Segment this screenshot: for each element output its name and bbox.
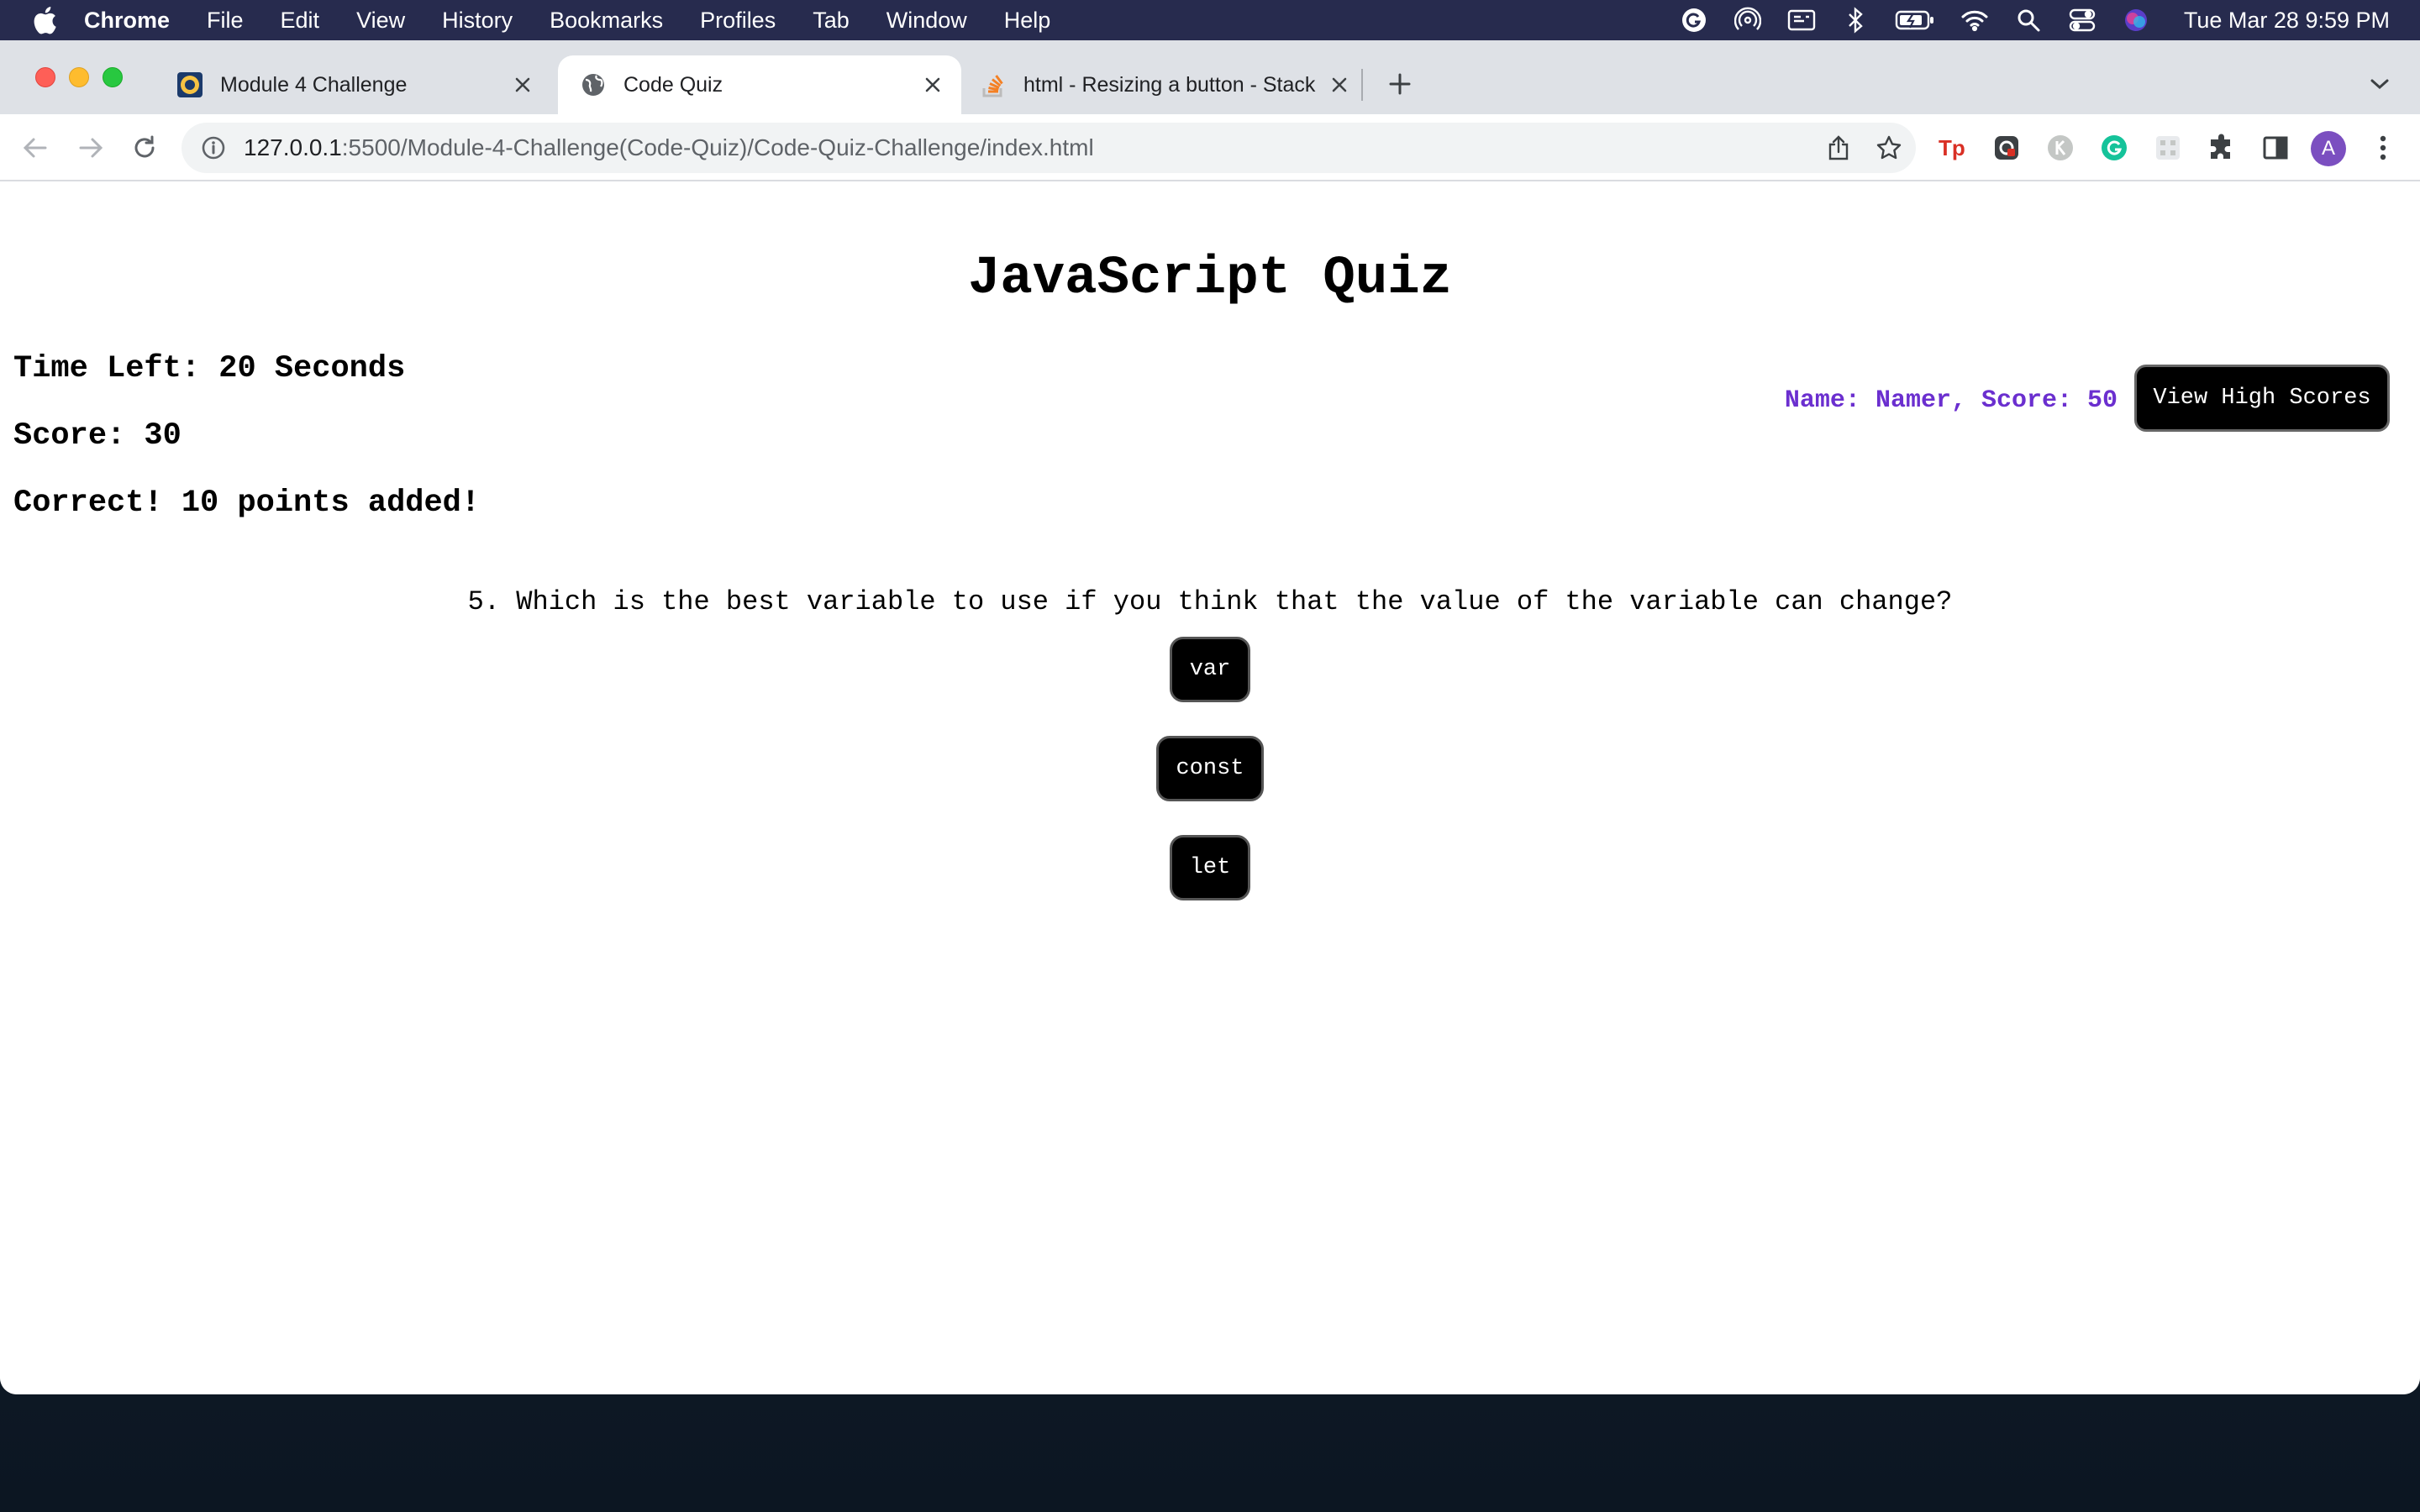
control-center-icon[interactable] xyxy=(2068,6,2096,34)
stackoverflow-icon xyxy=(980,71,1007,98)
share-icon[interactable] xyxy=(1825,134,1852,161)
display-icon[interactable] xyxy=(1787,6,1816,34)
siri-icon[interactable] xyxy=(2122,6,2150,34)
question-text: 5. Which is the best variable to use if … xyxy=(467,586,1953,617)
quiz-page: JavaScript Quiz Time Left: 20 Seconds Sc… xyxy=(0,181,2420,1394)
chrome-window: Module 4 Challenge Code Quiz html - Resi… xyxy=(0,40,2420,1394)
menu-bookmarks[interactable]: Bookmarks xyxy=(550,8,663,34)
chevron-down-icon[interactable] xyxy=(2363,67,2396,101)
extensions-puzzle-icon[interactable] xyxy=(2205,131,2238,165)
menu-file[interactable]: File xyxy=(207,8,244,34)
answer-feedback: Correct! 10 points added! xyxy=(13,486,481,521)
url-path: :5500/Module-4-Challenge(Code-Quiz)/Code… xyxy=(341,134,1094,160)
battery-icon[interactable] xyxy=(1895,6,1935,34)
ucb-favicon-icon xyxy=(176,71,203,98)
window-minimize-button[interactable] xyxy=(69,67,89,87)
tab-close-icon[interactable] xyxy=(1326,71,1353,98)
answer-button-let[interactable]: let xyxy=(1170,835,1250,900)
score-display: Score: 30 xyxy=(13,418,182,454)
wifi-icon[interactable] xyxy=(1960,6,1989,34)
tab-close-icon[interactable] xyxy=(509,71,536,98)
window-zoom-button[interactable] xyxy=(103,67,123,87)
side-panel-icon[interactable] xyxy=(2259,131,2292,165)
site-info-icon[interactable] xyxy=(200,134,227,161)
answer-button-const[interactable]: const xyxy=(1156,736,1264,801)
menu-app-chrome[interactable]: Chrome xyxy=(84,8,170,34)
macos-menu-bar: Chrome File Edit View History Bookmarks … xyxy=(0,0,2420,40)
tab-separator xyxy=(1361,69,1363,101)
bluetooth-icon[interactable] xyxy=(1841,6,1870,34)
apple-icon[interactable] xyxy=(30,6,59,34)
screenshot-extension-icon[interactable] xyxy=(1990,131,2023,165)
browser-toolbar: 127.0.0.1:5500/Module-4-Challenge(Code-Q… xyxy=(0,114,2420,181)
bookmark-star-icon[interactable] xyxy=(1874,133,1904,163)
menubar-clock[interactable]: Tue Mar 28 9:59 PM xyxy=(2184,8,2390,34)
view-high-scores-button[interactable]: View High Scores xyxy=(2134,365,2390,432)
reload-icon[interactable] xyxy=(126,129,163,166)
menu-tab[interactable]: Tab xyxy=(813,8,850,34)
grammarly-extension-icon[interactable] xyxy=(2097,131,2131,165)
top-score-display: Name: Namer, Score: 50 xyxy=(1784,386,2118,415)
menu-history[interactable]: History xyxy=(442,8,513,34)
page-title: JavaScript Quiz xyxy=(967,249,1453,309)
profile-avatar[interactable]: A xyxy=(2311,131,2346,166)
spotlight-icon[interactable] xyxy=(2014,6,2043,34)
menu-edit[interactable]: Edit xyxy=(281,8,320,34)
menu-view[interactable]: View xyxy=(356,8,405,34)
tab-title: html - Resizing a button - Stack xyxy=(1023,72,1316,97)
url-host: 127.0.0.1 xyxy=(244,134,342,160)
airdrop-icon[interactable] xyxy=(1733,6,1762,34)
k-extension-icon[interactable] xyxy=(2044,131,2077,165)
tab-title: Module 4 Challenge xyxy=(220,72,408,97)
svg-text:Tp: Tp xyxy=(1939,135,1965,160)
tab-module-4-challenge[interactable]: Module 4 Challenge xyxy=(139,55,551,114)
menubar-status-area: Tue Mar 28 9:59 PM xyxy=(1655,0,2390,40)
address-bar[interactable]: 127.0.0.1:5500/Module-4-Challenge(Code-Q… xyxy=(182,123,1916,173)
menu-profiles[interactable]: Profiles xyxy=(700,8,776,34)
window-close-button[interactable] xyxy=(35,67,55,87)
forward-arrow-icon[interactable] xyxy=(72,129,109,166)
grammarly-icon[interactable] xyxy=(1680,6,1708,34)
tab-strip: Module 4 Challenge Code Quiz html - Resi… xyxy=(0,40,2420,114)
tab-code-quiz[interactable]: Code Quiz xyxy=(558,55,961,114)
tab-title: Code Quiz xyxy=(623,72,723,97)
pattern-extension-icon[interactable] xyxy=(2151,131,2185,165)
menu-window[interactable]: Window xyxy=(886,8,967,34)
tab-close-icon[interactable] xyxy=(919,71,946,98)
text-prettifier-extension-icon[interactable]: Tp xyxy=(1936,131,1970,165)
answer-button-var[interactable]: var xyxy=(1170,637,1250,702)
url-text[interactable]: 127.0.0.1:5500/Module-4-Challenge(Code-Q… xyxy=(244,134,1094,161)
menu-help[interactable]: Help xyxy=(1004,8,1051,34)
new-tab-button[interactable] xyxy=(1381,66,1418,102)
time-left-display: Time Left: 20 Seconds xyxy=(13,351,406,386)
tab-stack-overflow[interactable]: html - Resizing a button - Stack xyxy=(966,55,1368,114)
globe-icon xyxy=(580,71,607,98)
back-arrow-icon[interactable] xyxy=(17,129,54,166)
more-menu-icon[interactable] xyxy=(2366,131,2400,165)
